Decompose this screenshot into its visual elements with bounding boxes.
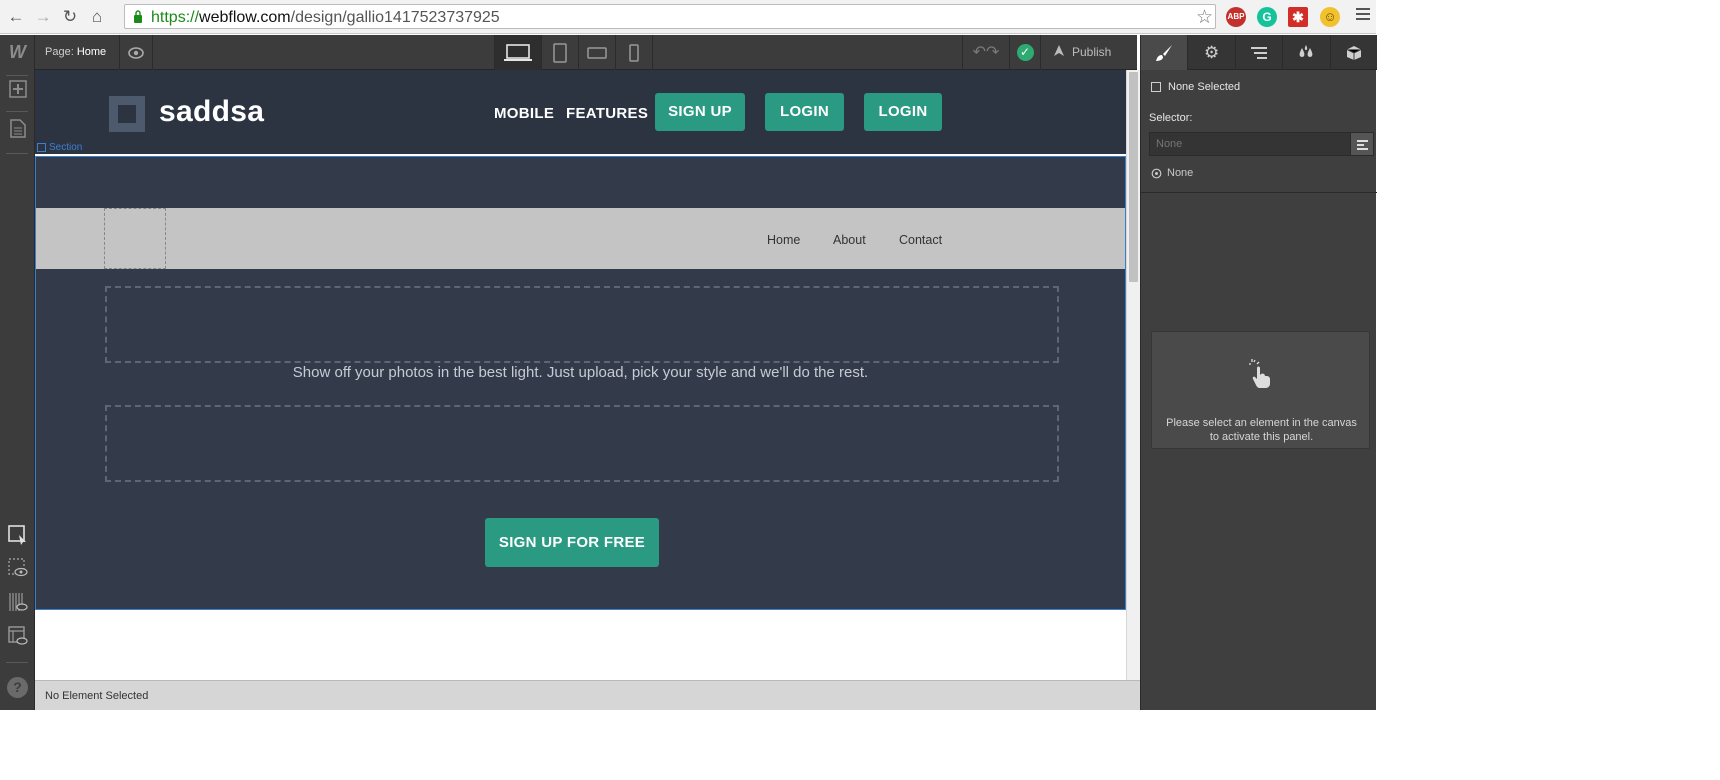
style-panel: ⚙ None Selected Selector: None Please se… — [1140, 35, 1377, 710]
hero-section[interactable]: Home About Contact Show off your photos … — [35, 156, 1126, 610]
login-button[interactable]: LOGIN — [765, 93, 844, 131]
brush-icon[interactable] — [1141, 35, 1189, 70]
mobile-portrait-view-icon[interactable] — [616, 35, 653, 70]
navbar-brand-placeholder[interactable] — [104, 208, 166, 269]
layout-icon[interactable] — [7, 626, 28, 647]
navigator-icon[interactable] — [1236, 35, 1284, 70]
pointer-click-icon — [1248, 358, 1272, 394]
device-switcher — [494, 35, 653, 70]
status-text: No Element Selected — [45, 690, 149, 702]
empty-panel-hint: Please select an element in the canvas t… — [1151, 331, 1370, 449]
select-icon[interactable] — [7, 525, 28, 546]
navbar-link-contact[interactable]: Contact — [899, 233, 942, 247]
left-toolbar: W ? — [0, 35, 35, 710]
undo-redo-icon[interactable]: ↶↷ — [962, 35, 1009, 70]
reload-icon[interactable]: ↻ — [60, 7, 80, 27]
navbar[interactable]: Home About Contact — [36, 208, 1125, 269]
login-button-2[interactable]: LOGIN — [864, 93, 942, 131]
state-icon — [1151, 168, 1162, 178]
state-selector[interactable]: None — [1151, 167, 1193, 179]
tagline[interactable]: Show off your photos in the best light. … — [36, 364, 1125, 381]
box-icon[interactable] — [1331, 35, 1377, 70]
signup-button[interactable]: SIGN UP — [655, 93, 745, 131]
selector-label: Selector: — [1149, 112, 1193, 124]
page-indicator[interactable]: Page: Home — [45, 46, 106, 58]
hint-text: Please select an element in the canvas t… — [1166, 417, 1357, 443]
help-icon[interactable]: ? — [7, 677, 28, 698]
pages-icon[interactable] — [7, 119, 28, 140]
brand-logo-icon[interactable] — [109, 96, 145, 132]
tablet-view-icon[interactable] — [542, 35, 579, 70]
menu-icon[interactable] — [1356, 8, 1370, 23]
desktop-view-icon[interactable] — [495, 35, 542, 70]
section-label: Section — [37, 142, 82, 153]
nav-link-mobile[interactable]: MOBILE — [494, 105, 554, 122]
bookmark-star-icon[interactable]: ☆ — [1196, 6, 1213, 29]
grid-icon[interactable] — [7, 592, 28, 613]
adblock-icon[interactable]: ABP — [1226, 7, 1246, 27]
signup-free-button[interactable]: SIGN UP FOR FREE — [485, 518, 659, 567]
site-header: saddsa MOBILE FEATURES SIGN UP LOGIN LOG… — [35, 70, 1126, 154]
forward-icon[interactable]: → — [33, 7, 53, 27]
preview-eye-icon[interactable] — [119, 35, 153, 70]
grammarly-icon[interactable]: G — [1257, 7, 1277, 27]
drops-icon[interactable] — [1283, 35, 1331, 70]
navbar-link-home[interactable]: Home — [767, 233, 800, 247]
saved-check-icon: ✓ — [1009, 35, 1040, 70]
mobile-landscape-view-icon[interactable] — [579, 35, 616, 70]
smiley-icon[interactable]: ☺ — [1320, 7, 1340, 27]
back-icon[interactable]: ← — [6, 7, 26, 27]
panel-tabs: ⚙ — [1141, 35, 1377, 70]
scroll-thumb[interactable] — [1129, 72, 1138, 282]
add-icon[interactable] — [7, 80, 28, 101]
content-placeholder[interactable] — [105, 405, 1059, 482]
selector-input[interactable] — [1149, 132, 1351, 156]
status-bar: No Element Selected — [35, 680, 1140, 710]
publish-button[interactable]: Publish — [1040, 35, 1137, 70]
lastpass-icon[interactable]: ✱ — [1288, 7, 1308, 27]
designer-topbar: Page: Home ↶↷ ✓ Publish — [35, 35, 1137, 70]
webflow-logo-icon[interactable]: W — [7, 42, 28, 63]
nav-link-features[interactable]: FEATURES — [566, 105, 648, 122]
panel-divider — [1141, 192, 1377, 193]
design-canvas[interactable]: saddsa MOBILE FEATURES SIGN UP LOGIN LOG… — [35, 70, 1126, 680]
brand-name[interactable]: saddsa — [159, 95, 264, 129]
canvas-scrollbar[interactable] — [1126, 70, 1140, 680]
navbar-link-about[interactable]: About — [833, 233, 866, 247]
heading-placeholder[interactable] — [105, 286, 1059, 363]
gear-icon[interactable]: ⚙ — [1188, 35, 1236, 70]
lock-icon — [134, 10, 142, 23]
selection-checkbox[interactable] — [1151, 82, 1161, 92]
preview-icon[interactable] — [7, 558, 28, 579]
selector-menu-icon[interactable] — [1350, 132, 1374, 156]
home-icon[interactable]: ⌂ — [87, 7, 107, 27]
address-bar[interactable]: https://webflow.com/design/gallio1417523… — [124, 4, 1216, 29]
browser-toolbar: ← → ↻ ⌂ https://webflow.com/design/galli… — [0, 0, 1376, 34]
url-text: https://webflow.com/design/gallio1417523… — [151, 9, 500, 26]
selection-state[interactable]: None Selected — [1151, 81, 1240, 93]
